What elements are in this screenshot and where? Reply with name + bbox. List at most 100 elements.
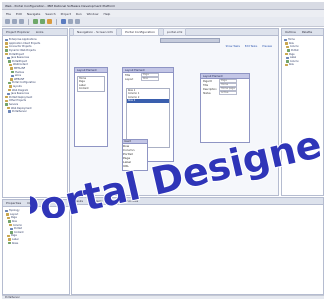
debug-icon[interactable] <box>40 19 45 24</box>
tab-links[interactable]: Links <box>36 30 44 34</box>
window-titlebar: Web - Portal Configuration - IBM Rationa… <box>2 2 324 10</box>
mid-field-layout-label: Layout <box>125 77 134 81</box>
tree-item-label: PortalProject <box>12 59 28 63</box>
tab-console[interactable]: Console <box>126 199 138 203</box>
editor-links: Show Tasks Edit Tasks Preview <box>226 45 272 48</box>
new-file-icon[interactable] <box>5 19 10 24</box>
right-field-input[interactable]: Active <box>219 91 237 95</box>
tree-item-label: Other Projects <box>9 99 26 103</box>
menubar: File Edit Navigate Search Project Run Window He… <box>2 10 324 17</box>
tree-item-label: Column <box>290 59 299 63</box>
tree-item-label: Connector Projects <box>9 45 32 49</box>
insert-popup-items: Row Column Portlet Page Label URL <box>123 144 147 168</box>
tree-item-label: Layout <box>10 212 19 216</box>
forward-icon[interactable] <box>75 19 80 24</box>
mid-field-layout-input[interactable]: Row <box>141 77 159 81</box>
folder-icon <box>287 49 290 52</box>
tree-item[interactable]: Row <box>284 63 321 67</box>
menu-help[interactable]: Help <box>104 12 111 16</box>
tree-item-label: PortalServer <box>12 110 27 114</box>
properties-tabs: Properties Outline <box>3 200 69 207</box>
tab-portal-xml[interactable]: portal.xml <box>163 28 187 36</box>
save-icon[interactable] <box>12 19 17 24</box>
folder-icon <box>10 78 13 81</box>
right-field-label: Page ID <box>203 79 213 83</box>
run-icon[interactable] <box>33 19 38 24</box>
preview-link[interactable]: Preview <box>262 45 272 48</box>
layout-window-right-title: Layout Element <box>203 74 223 78</box>
layout-window-left[interactable]: Layout Element Home Page Label Content <box>74 67 108 147</box>
tree-item[interactable]: Rows <box>5 241 67 245</box>
tree-item-label: Web Deployment <box>11 106 32 110</box>
tree-item-label: Web Diagram <box>12 88 29 92</box>
back-icon[interactable] <box>68 19 73 24</box>
folder-icon <box>5 49 8 52</box>
right-field-label: Status <box>203 91 211 95</box>
folder-icon <box>286 60 289 63</box>
folder-icon <box>285 63 288 67</box>
folder-icon <box>8 88 11 92</box>
folder-icon <box>7 216 10 220</box>
tree-item-label: layouts <box>13 85 22 89</box>
tree-item[interactable]: PortalServer <box>5 110 65 114</box>
folder-icon <box>10 231 13 234</box>
menu-project[interactable]: Project <box>61 12 71 16</box>
edit-tasks-link[interactable]: Edit Tasks <box>245 45 257 48</box>
tree-item-label: Rows <box>12 241 19 245</box>
print-icon[interactable] <box>19 19 24 24</box>
tab-project-explorer[interactable]: Project Explorer <box>6 30 30 34</box>
layout-window-middle-title: Layout Element <box>125 68 145 72</box>
mid-field-layout: Layout Row <box>123 77 173 81</box>
right-field-input[interactable]: Home page <box>219 87 237 91</box>
tree-item-label: Content <box>14 230 24 234</box>
insert-popup-menu[interactable]: Insert Row Column Portlet Page Label URL <box>122 139 148 171</box>
tab-palette[interactable]: Palette <box>302 30 312 34</box>
tab-tasks[interactable]: Tasks <box>75 199 83 203</box>
tree-item-label: Label <box>290 56 297 60</box>
toolbar-separator <box>28 18 29 25</box>
menu-search[interactable]: Search <box>45 12 55 16</box>
show-tasks-link[interactable]: Show Tasks <box>226 45 240 48</box>
layout-window-right[interactable]: Layout Element Page ID Page Title Home Descr… <box>200 73 250 143</box>
menu-edit[interactable]: Edit <box>16 12 22 16</box>
tree-item-label: Portal Configuration <box>12 81 36 85</box>
tab-properties[interactable]: Properties <box>6 201 21 205</box>
list-item[interactable]: Content <box>78 87 104 90</box>
server-icon[interactable] <box>47 19 52 24</box>
outline-tree: Home Row Column Portlet Page Label Column Row <box>282 36 323 69</box>
tab-navigation[interactable]: Navigation - Screen Info <box>73 28 118 36</box>
topology-tree: Topology Layout Page Row Column Portlet Conten… <box>3 207 69 247</box>
menu-navigate[interactable]: Navigate <box>27 12 40 16</box>
tab-servers[interactable]: Servers <box>109 199 120 203</box>
folder-icon <box>8 220 11 223</box>
search-icon[interactable] <box>61 19 66 24</box>
properties-panel: Properties Outline Topology Layout Page Row… <box>2 199 70 295</box>
tree-item-label: Application Client Projects <box>9 41 41 45</box>
tree-item-label: Page <box>11 216 17 220</box>
project-icon <box>5 209 8 212</box>
tree-item-label: Page <box>11 234 17 238</box>
list-item[interactable]: URL <box>123 164 147 168</box>
menu-window[interactable]: Window <box>87 12 99 16</box>
bottom-views-panel: Tasks Problems Servers Console <box>71 197 324 295</box>
tree-item-label: Row <box>12 220 17 224</box>
folder-icon <box>9 85 12 88</box>
tab-portal-configuration[interactable]: Portal Configuration <box>121 28 160 36</box>
tab-problems[interactable]: Problems <box>89 199 103 203</box>
tree-item-label: Portlet <box>14 227 22 231</box>
folder-icon <box>8 238 11 241</box>
tree-item-label: Java Resources <box>11 92 30 96</box>
layout-window-left-title: Layout Element <box>77 68 97 72</box>
folder-icon <box>7 234 10 238</box>
menu-run[interactable]: Run <box>76 12 82 16</box>
list-item[interactable]: Row 2 <box>127 99 169 103</box>
layout-left-list[interactable]: Home Page Label Content <box>77 76 105 92</box>
right-field-input[interactable]: Page <box>219 79 237 83</box>
folder-icon <box>5 103 8 106</box>
tab-outline[interactable]: Outline <box>285 30 296 34</box>
menu-file[interactable]: File <box>6 12 11 16</box>
tree-item-label: Portlet Deployment <box>9 95 33 99</box>
mid-field-title-input[interactable]: Page <box>141 73 159 77</box>
right-field-input[interactable]: Home <box>219 83 237 87</box>
tab-outline-bottom[interactable]: Outline <box>27 201 38 205</box>
